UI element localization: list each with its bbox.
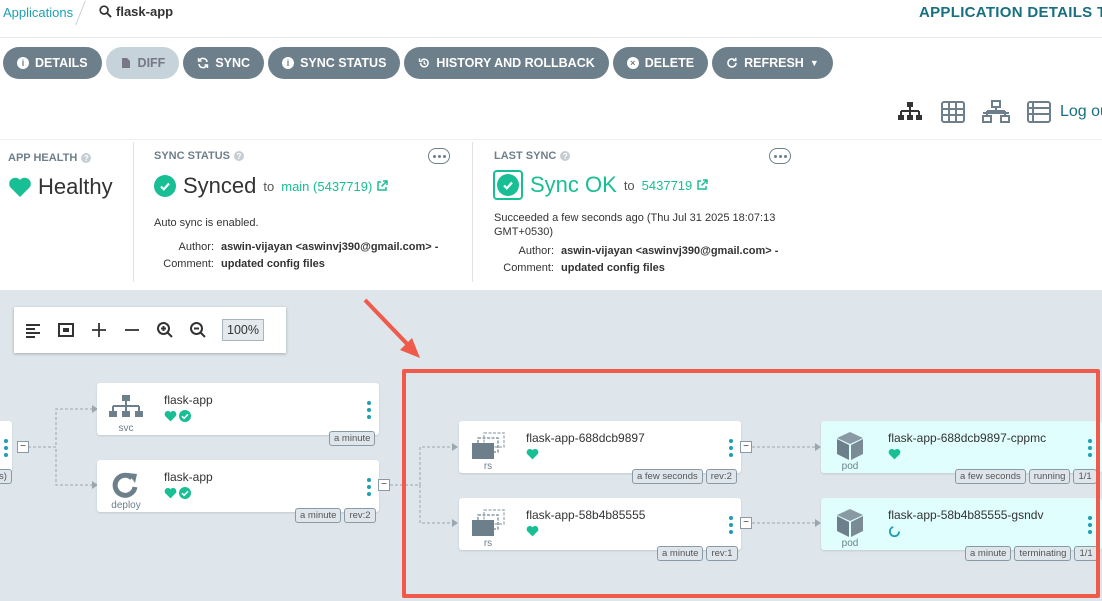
badge: rev:2 <box>344 508 376 523</box>
check-circle-icon <box>179 410 191 422</box>
align-left-icon[interactable] <box>24 321 42 339</box>
fit-screen-icon[interactable] <box>57 321 75 339</box>
node-badges: s) <box>0 469 12 484</box>
node-menu-icon[interactable] <box>4 439 8 457</box>
node-name: flask-app <box>164 393 213 407</box>
check-circle-icon <box>179 487 191 499</box>
node-deploy-flask-app[interactable]: deploy flask-app <box>97 460 379 512</box>
annotation-arrow <box>363 298 420 358</box>
node-menu-icon[interactable] <box>367 478 371 496</box>
zoom-out-icon[interactable] <box>189 321 207 339</box>
edge <box>28 446 92 486</box>
node-collapse-button[interactable]: − <box>378 479 390 491</box>
badge: a minute <box>295 508 342 523</box>
node-badges: a minute rev:2 <box>295 508 376 523</box>
service-icon <box>109 395 143 417</box>
node-collapse-button[interactable]: − <box>17 441 29 453</box>
node-svc-flask-app[interactable]: svc flask-app <box>97 383 379 435</box>
annotation-highlight-box <box>402 369 1100 598</box>
zoom-level[interactable]: 100% <box>222 319 264 341</box>
node-status <box>164 410 191 422</box>
collapse-minus-icon[interactable] <box>123 321 141 339</box>
badge: a minute <box>329 431 376 446</box>
node-app-root[interactable] <box>0 421 12 473</box>
node-menu-icon[interactable] <box>367 401 371 419</box>
zoom-in-icon[interactable] <box>156 321 174 339</box>
heart-icon <box>164 410 177 422</box>
deploy-icon <box>112 472 138 498</box>
graph-toolbar: 100% <box>14 307 286 353</box>
node-status <box>164 487 191 499</box>
expand-plus-icon[interactable] <box>90 321 108 339</box>
node-badges: a minute <box>329 431 376 446</box>
node-kind: deploy <box>111 500 141 511</box>
edge <box>28 408 92 448</box>
node-kind: svc <box>118 423 134 434</box>
heart-icon <box>164 487 177 499</box>
badge: s) <box>0 469 12 484</box>
node-name: flask-app <box>164 470 213 484</box>
